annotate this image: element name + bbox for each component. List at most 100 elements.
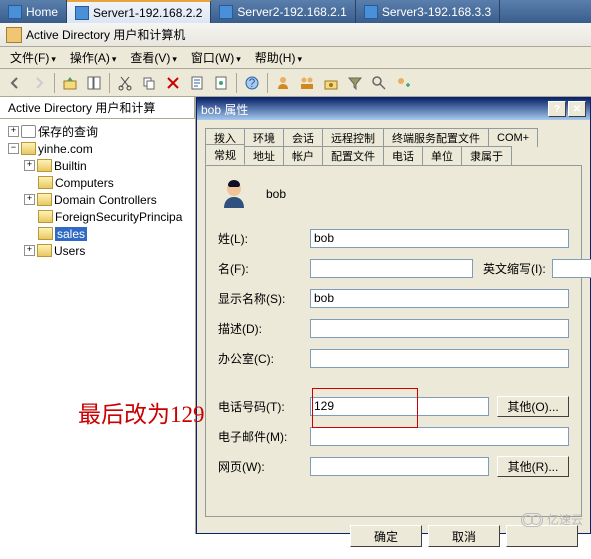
expand-icon[interactable]: + bbox=[8, 126, 19, 137]
tree-pane: Active Directory 用户和计算 +保存的查询 −yinhe.com… bbox=[0, 97, 196, 534]
collapse-icon[interactable]: − bbox=[8, 143, 19, 154]
firstname-input[interactable] bbox=[310, 259, 473, 278]
menu-file[interactable]: 文件(F)▾ bbox=[4, 47, 62, 68]
cancel-button[interactable]: 取消 bbox=[428, 525, 500, 547]
tab-com[interactable]: COM+ bbox=[488, 128, 538, 147]
tree-builtin[interactable]: +Builtin bbox=[2, 157, 193, 174]
tree-computers[interactable]: Computers bbox=[2, 174, 193, 191]
webpage-input[interactable] bbox=[310, 457, 489, 476]
dialog-title: bob 属性 bbox=[201, 101, 248, 118]
tab-address[interactable]: 地址 bbox=[244, 146, 284, 165]
show-hide-button[interactable] bbox=[83, 72, 105, 94]
user-avatar-icon bbox=[218, 178, 250, 210]
email-label: 电子邮件(M): bbox=[218, 428, 310, 445]
properties-button[interactable] bbox=[186, 72, 208, 94]
tree-fsp[interactable]: ForeignSecurityPrincipa bbox=[2, 208, 193, 225]
lastname-label: 姓(L): bbox=[218, 230, 310, 247]
menubar: 文件(F)▾ 操作(A)▾ 查看(V)▾ 窗口(W)▾ 帮助(H)▾ bbox=[0, 47, 591, 69]
phone-input[interactable] bbox=[310, 397, 489, 416]
refresh-button[interactable] bbox=[210, 72, 232, 94]
dialog-close-button[interactable]: ✕ bbox=[568, 101, 586, 117]
tab-server3[interactable]: Server3-192.168.3.3 bbox=[356, 0, 500, 23]
toolbar: ? bbox=[0, 69, 591, 97]
tree-sales[interactable]: sales bbox=[2, 225, 193, 242]
initials-label: 英文缩写(I): bbox=[483, 260, 546, 277]
tab-server2[interactable]: Server2-192.168.2.1 bbox=[211, 0, 355, 23]
server-icon bbox=[219, 5, 233, 19]
lastname-input[interactable] bbox=[310, 229, 569, 248]
window-title: Active Directory 用户和计算机 bbox=[26, 26, 185, 43]
user-name-label: bob bbox=[266, 187, 286, 201]
tab-general[interactable]: 常规 bbox=[205, 144, 245, 165]
displayname-label: 显示名称(S): bbox=[218, 290, 310, 307]
tab-profile[interactable]: 配置文件 bbox=[322, 146, 384, 165]
forward-button[interactable] bbox=[28, 72, 50, 94]
ok-button[interactable]: 确定 bbox=[350, 525, 422, 547]
copy-button[interactable] bbox=[138, 72, 160, 94]
tab-ts-profile[interactable]: 终端服务配置文件 bbox=[383, 128, 489, 147]
tab-environment[interactable]: 环境 bbox=[244, 128, 284, 147]
window-titlebar: Active Directory 用户和计算机 bbox=[0, 23, 591, 47]
office-label: 办公室(C): bbox=[218, 350, 310, 367]
query-icon bbox=[21, 125, 36, 138]
menu-view[interactable]: 查看(V)▾ bbox=[124, 47, 183, 68]
displayname-input[interactable] bbox=[310, 289, 569, 308]
tab-sessions[interactable]: 会话 bbox=[283, 128, 323, 147]
tab-server1[interactable]: Server1-192.168.2.2 bbox=[67, 0, 211, 23]
help-icon[interactable]: ? bbox=[241, 72, 263, 94]
delete-button[interactable] bbox=[162, 72, 184, 94]
dialog-tabs: 拨入 环境 会话 远程控制 终端服务配置文件 COM+ 常规 地址 帐户 配置文… bbox=[205, 128, 582, 165]
tab-home[interactable]: Home bbox=[0, 0, 67, 23]
office-input[interactable] bbox=[310, 349, 569, 368]
expand-icon[interactable]: + bbox=[24, 194, 35, 205]
expand-icon[interactable]: + bbox=[24, 160, 35, 171]
dialog-help-button[interactable]: ? bbox=[548, 101, 566, 117]
menu-window[interactable]: 窗口(W)▾ bbox=[185, 47, 247, 68]
tab-account[interactable]: 帐户 bbox=[283, 146, 323, 165]
apply-button[interactable] bbox=[506, 525, 578, 547]
email-input[interactable] bbox=[310, 427, 569, 446]
cut-button[interactable] bbox=[114, 72, 136, 94]
tree-saved-queries[interactable]: +保存的查询 bbox=[2, 123, 193, 140]
folder-icon bbox=[38, 227, 53, 240]
menu-help[interactable]: 帮助(H)▾ bbox=[249, 47, 308, 68]
tree-users[interactable]: +Users bbox=[2, 242, 193, 259]
properties-dialog: bob 属性 ? ✕ 拨入 环境 会话 远程控制 终端服务配置文件 COM+ 常… bbox=[196, 97, 591, 534]
add-to-group-button[interactable] bbox=[392, 72, 414, 94]
find-button[interactable] bbox=[368, 72, 390, 94]
firstname-label: 名(F): bbox=[218, 260, 310, 277]
watermark: 亿速云 bbox=[521, 511, 583, 528]
svg-text:?: ? bbox=[249, 76, 256, 90]
back-button[interactable] bbox=[4, 72, 26, 94]
tree-dc[interactable]: +Domain Controllers bbox=[2, 191, 193, 208]
folder-icon bbox=[37, 244, 52, 257]
tab-org[interactable]: 单位 bbox=[422, 146, 462, 165]
remote-session-tabbar: Home Server1-192.168.2.2 Server2-192.168… bbox=[0, 0, 591, 23]
server-icon bbox=[364, 5, 378, 19]
tree-header: Active Directory 用户和计算 bbox=[0, 97, 195, 118]
menu-action[interactable]: 操作(A)▾ bbox=[64, 47, 123, 68]
tab-phone[interactable]: 电话 bbox=[383, 146, 423, 165]
initials-input[interactable] bbox=[552, 259, 591, 278]
new-group-button[interactable] bbox=[296, 72, 318, 94]
new-ou-button[interactable] bbox=[320, 72, 342, 94]
filter-button[interactable] bbox=[344, 72, 366, 94]
expand-icon[interactable]: + bbox=[24, 245, 35, 256]
new-user-button[interactable] bbox=[272, 72, 294, 94]
webpage-label: 网页(W): bbox=[218, 458, 310, 475]
folder-icon bbox=[38, 210, 53, 223]
phone-other-button[interactable]: 其他(O)... bbox=[497, 396, 569, 417]
tab-remote[interactable]: 远程控制 bbox=[322, 128, 384, 147]
app-icon bbox=[6, 27, 22, 43]
tree-domain[interactable]: −yinhe.com bbox=[2, 140, 193, 157]
description-label: 描述(D): bbox=[218, 320, 310, 337]
description-input[interactable] bbox=[310, 319, 569, 338]
phone-label: 电话号码(T): bbox=[218, 398, 310, 415]
folder-icon bbox=[37, 159, 52, 172]
watermark-icon bbox=[521, 513, 543, 527]
webpage-other-button[interactable]: 其他(R)... bbox=[497, 456, 569, 477]
folder-icon bbox=[38, 176, 53, 189]
up-button[interactable] bbox=[59, 72, 81, 94]
tab-memberof[interactable]: 隶属于 bbox=[461, 146, 512, 165]
dialog-titlebar[interactable]: bob 属性 ? ✕ bbox=[197, 98, 590, 120]
